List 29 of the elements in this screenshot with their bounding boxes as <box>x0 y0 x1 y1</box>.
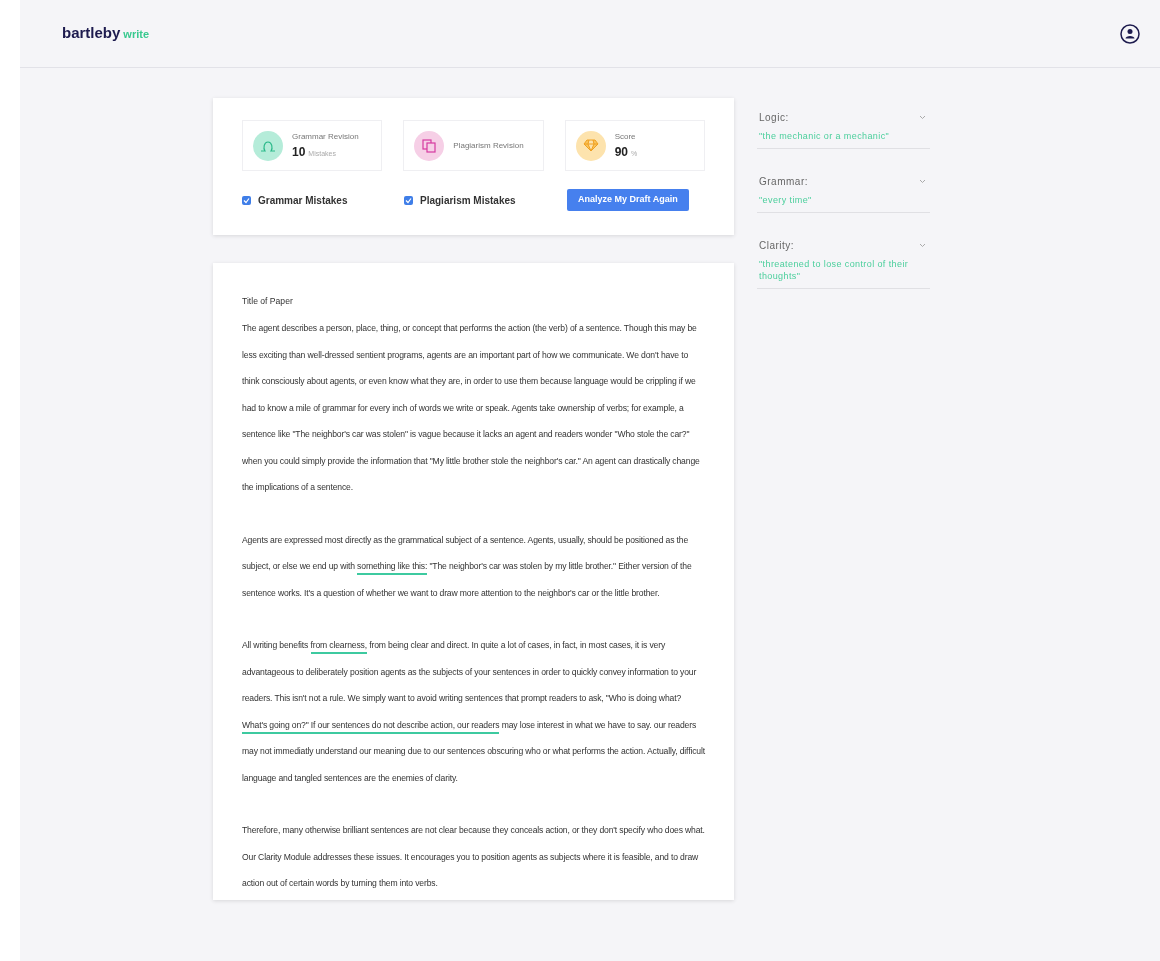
logo[interactable]: bartleby write <box>62 22 150 45</box>
copy-icon <box>414 130 445 161</box>
filter-checkbox[interactable]: Plagiarism Mistakes <box>404 192 566 208</box>
chevron-icon[interactable] <box>919 179 926 184</box>
document-paragraph: Agents are expressed most directly as the grammatical subject of a sentence. Agents, usually, should be positioned as the subject, or else we end up with something like this: "The neighbor's car was stolen by my little brother." Either version of the sentence works. It's a question of whether we want to draw more attention to the neighbor's car or the little brother. <box>242 533 693 600</box>
stat-value: 90 <box>614 143 628 161</box>
stat-title: Grammar Revision <box>292 130 359 143</box>
document-title: Title of Paper <box>242 295 294 308</box>
suggestion-label: Logic: <box>759 111 789 125</box>
suggestion-item[interactable]: Logic: "the mechanic or a mechanic" <box>757 110 930 149</box>
document-paragraph: The agent describes a person, place, thing, or concept that performs the action (the verb) of a sentence. Though this may be less exciting than well-dressed sentient programs, agents are an important part of how we communicate. We don't have to think consciously about agents, or even know what they are, in order to use them because language would be crippling if we had to know a mile of grammar for every inch of words we write or speak. Agents take ownership of verbs; for example, a sentence like "The neighbor's car was stolen" is vague because it lacks an agent and readers wonder "Who stole the car?" when you could simply provide the information that "My little brother stole the neighbor's car." An agent can drastically change the implications of a sentence. <box>242 322 701 494</box>
suggestion-text: "the mechanic or a mechanic" <box>759 130 891 142</box>
suggestion-item[interactable]: Clarity: "threatened to lose control of their thoughts" <box>757 238 930 289</box>
suggestion-item[interactable]: Grammar: "every time" <box>757 174 930 213</box>
suggestion-label: Clarity: <box>759 239 795 253</box>
suggestion-text: "every time" <box>759 194 813 206</box>
user-avatar-icon[interactable] <box>1120 23 1140 44</box>
document-paragraph: All writing benefits from clearness, from being clear and direct. In quite a lot of cases, in fact, in most cases, it is very advantageous to deliberately position agents as the subjects of your sentences in order to quickly convey information to your readers. This isn't not a rule. We simply want to avoid writing sentences that prompt readers to ask, "Who is doing what? What's going on?" If our sentences do not describe action, our readers may lose interest in what we have to say. our readers may not immediatly understand our meaning due to our sentences obscuring who or what performs the action. Actually, difficult language and tangled sentences are the enemies of clarity. <box>242 639 705 785</box>
suggestion-label: Grammar: <box>759 175 808 189</box>
document-paragraph: Therefore, many otherwise brilliant sentences are not clear because they conceals action, or they don't specify who does what. Our Clarity Module addresses these issues. It encourages you to position agents as subjects where it is feasible, and to draw action out of certain words by turning them into verbs. <box>242 824 705 890</box>
chevron-icon[interactable] <box>919 115 926 120</box>
chevron-icon[interactable] <box>919 243 926 248</box>
filter-checkbox[interactable]: Grammar Mistakes <box>242 192 404 208</box>
loop-icon <box>253 130 283 161</box>
analyze-button[interactable]: Analyze My Draft Again <box>567 189 689 211</box>
stat-title: Score <box>614 130 637 143</box>
suggestion-text: "threatened to lose control of their thoughts" <box>759 258 910 282</box>
stat-title: Plagiarism Revision <box>453 139 524 152</box>
stat-value: 10 <box>292 143 306 161</box>
